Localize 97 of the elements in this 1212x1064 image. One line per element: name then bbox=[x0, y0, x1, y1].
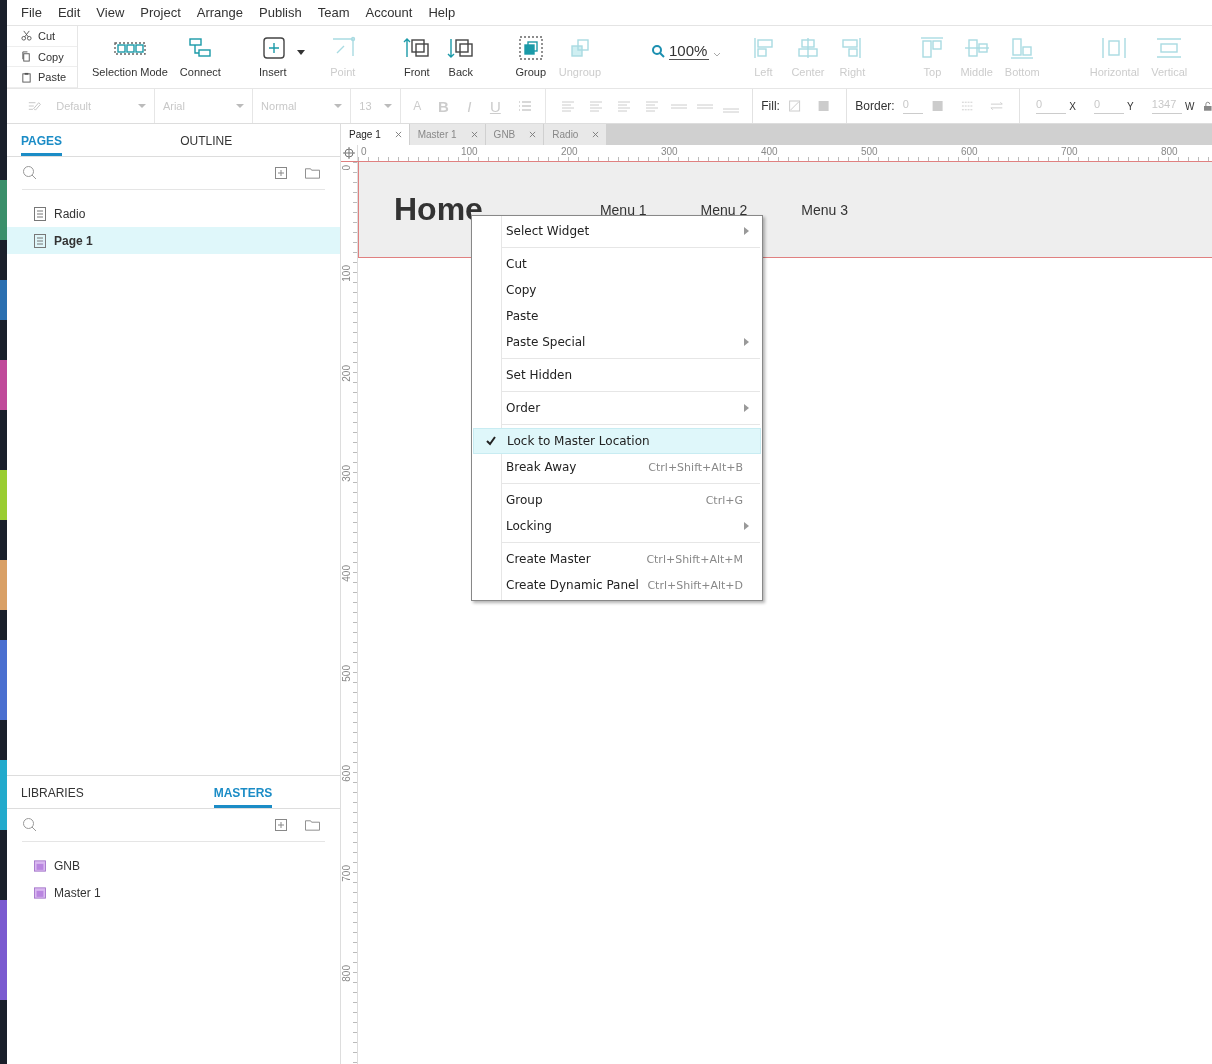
shortcut-label: Ctrl+Shift+Alt+M bbox=[646, 552, 743, 566]
panel-tab[interactable]: OUTLINE bbox=[180, 124, 233, 156]
context-menu-item[interactable]: Paste bbox=[473, 303, 761, 329]
menu-item[interactable]: Account bbox=[365, 5, 413, 20]
close-icon[interactable] bbox=[592, 131, 600, 138]
close-icon[interactable] bbox=[394, 131, 402, 138]
ruler-label: 700 bbox=[342, 865, 352, 882]
context-menu-item[interactable]: Copy bbox=[473, 277, 761, 303]
nav-menu-label: Menu 2 bbox=[700, 201, 748, 218]
ruler-label: 100 bbox=[461, 146, 478, 157]
fill-none-icon bbox=[787, 100, 802, 112]
border-color-icon bbox=[931, 100, 945, 112]
ruler-label: 400 bbox=[761, 146, 778, 157]
ruler-label: 300 bbox=[342, 465, 352, 482]
context-menu-item[interactable]: Cut bbox=[473, 251, 761, 277]
context-menu-item[interactable]: Break Away Ctrl+Shift+Alt+B bbox=[473, 454, 761, 480]
context-menu-item[interactable]: Set Hidden bbox=[473, 362, 761, 388]
master-item[interactable]: Master 1 bbox=[7, 879, 340, 906]
context-menu-item[interactable]: Create Dynamic Panel Ctrl+Shift+Alt+D bbox=[473, 572, 761, 598]
folder-icon[interactable] bbox=[305, 167, 320, 179]
close-icon[interactable] bbox=[470, 131, 478, 138]
menu-item[interactable]: File bbox=[21, 5, 42, 20]
text-align-icon bbox=[561, 100, 576, 112]
search-icon bbox=[651, 44, 665, 58]
shortcut-label: Ctrl+Shift+Alt+B bbox=[648, 460, 743, 474]
panel-tab[interactable]: MASTERS bbox=[213, 776, 273, 808]
page-icon bbox=[34, 233, 46, 248]
close-icon[interactable] bbox=[529, 131, 537, 138]
zoom-dropdown[interactable]: 100% bbox=[651, 14, 722, 88]
lock-icon bbox=[1204, 101, 1212, 111]
page-item[interactable]: Page 1 bbox=[7, 227, 340, 254]
ruler-label: 700 bbox=[1061, 146, 1078, 157]
bullet-list-icon bbox=[518, 100, 533, 112]
crosshair-icon bbox=[343, 147, 355, 159]
add-master-icon[interactable] bbox=[275, 819, 287, 831]
text-align-icon bbox=[589, 100, 604, 112]
arrow-style-icon bbox=[989, 100, 1004, 112]
ruler-label: 500 bbox=[342, 665, 352, 682]
ruler-label: 100 bbox=[342, 265, 352, 282]
copy-icon bbox=[21, 51, 32, 62]
shortcut-label: Ctrl+G bbox=[705, 493, 743, 507]
menu-item[interactable]: View bbox=[96, 5, 125, 20]
x-label: X bbox=[1069, 100, 1076, 112]
document-tab[interactable]: Page 1 bbox=[341, 124, 410, 145]
menu-item[interactable]: Team bbox=[317, 5, 350, 20]
master-icon bbox=[34, 885, 46, 900]
panel-tab[interactable]: LIBRARIES bbox=[21, 776, 84, 808]
nav-menu-label: Menu 3 bbox=[801, 201, 848, 218]
master-icon bbox=[34, 858, 46, 873]
folder-icon[interactable] bbox=[305, 819, 320, 831]
add-page-icon[interactable] bbox=[275, 167, 287, 179]
clipboard-icon bbox=[21, 71, 32, 83]
context-menu-item[interactable]: Group Ctrl+G bbox=[473, 487, 761, 513]
text-align-icon bbox=[645, 100, 660, 112]
y-label: Y bbox=[1127, 100, 1134, 112]
master-item[interactable]: GNB bbox=[7, 852, 340, 879]
text-align-icon bbox=[617, 100, 632, 112]
menu-item[interactable]: Arrange bbox=[196, 5, 244, 20]
ruler-label: 0 bbox=[361, 146, 367, 157]
context-menu-item[interactable]: Order bbox=[473, 395, 761, 421]
menu-item[interactable]: Publish bbox=[259, 5, 302, 20]
context-menu-item[interactable]: Lock to Master Location bbox=[473, 428, 761, 454]
ruler-label: 200 bbox=[561, 146, 578, 157]
ruler-label: 600 bbox=[961, 146, 978, 157]
search-icon bbox=[22, 165, 38, 181]
panel-tab[interactable]: PAGES bbox=[21, 124, 63, 156]
caret-icon bbox=[296, 50, 305, 55]
ruler-label: 400 bbox=[342, 565, 352, 582]
fill-label: Fill: bbox=[761, 99, 780, 113]
align-top-icon bbox=[670, 103, 689, 109]
context-menu-item[interactable]: Paste Special bbox=[473, 329, 761, 355]
ruler-label: 300 bbox=[661, 146, 678, 157]
caret-icon bbox=[713, 51, 722, 57]
align-bottom-icon bbox=[722, 107, 741, 113]
context-menu-item[interactable]: Create Master Ctrl+Shift+Alt+M bbox=[473, 546, 761, 572]
ruler-label: 800 bbox=[1161, 146, 1178, 157]
search-icon bbox=[22, 817, 38, 833]
align-middle-icon bbox=[696, 103, 715, 109]
border-style-icon bbox=[960, 100, 974, 112]
ruler-label: 200 bbox=[342, 365, 352, 382]
menu-item[interactable]: Edit bbox=[57, 5, 81, 20]
menu-item[interactable]: Help bbox=[428, 5, 456, 20]
border-label: Border: bbox=[855, 99, 895, 113]
ruler-label: 800 bbox=[342, 965, 352, 982]
page-icon bbox=[34, 206, 46, 221]
nav-menu-label: Menu 1 bbox=[599, 201, 647, 218]
page-item[interactable]: Radio bbox=[7, 200, 340, 227]
fill-color-icon bbox=[817, 100, 831, 112]
shortcut-label: Ctrl+Shift+Alt+D bbox=[647, 578, 743, 592]
ruler-label: 600 bbox=[342, 765, 352, 782]
context-menu-item[interactable]: Locking bbox=[473, 513, 761, 539]
width-label: W bbox=[1185, 100, 1195, 112]
ruler-label: 500 bbox=[861, 146, 878, 157]
edit-style-icon bbox=[28, 100, 42, 112]
scissors-icon bbox=[21, 30, 32, 42]
menu-item[interactable]: Project bbox=[140, 5, 181, 20]
ruler-label: 0 bbox=[342, 165, 352, 171]
